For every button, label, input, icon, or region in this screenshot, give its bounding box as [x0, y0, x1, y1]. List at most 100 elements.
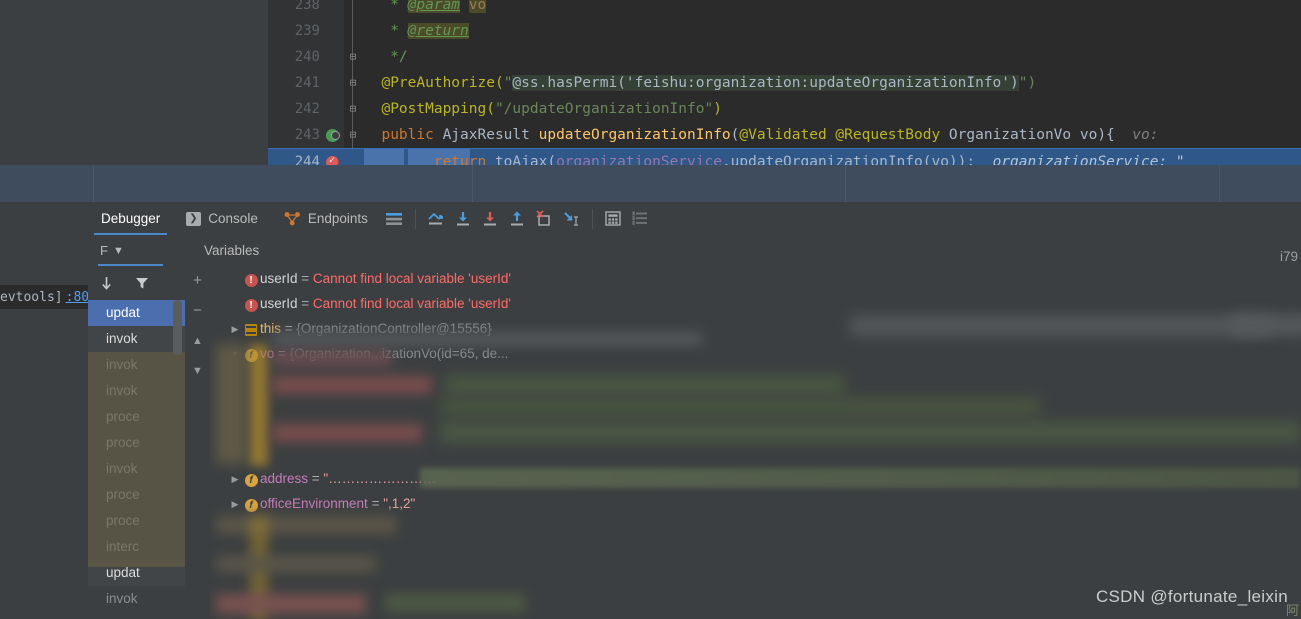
frame-list-item[interactable]: proce — [88, 482, 185, 508]
step-out-icon[interactable] — [504, 205, 531, 232]
code-token: ( — [547, 154, 557, 165]
code-fold-toggle-icon[interactable]: ⊟ — [346, 44, 360, 70]
variable-row[interactable]: ▼ f vo = {Organization...izationVo(id=65, … — [210, 341, 1301, 366]
code-token: @ss.hasPermi('feishu:organization:update… — [512, 75, 1019, 91]
plus-icon[interactable]: + — [187, 271, 208, 290]
frames-vertical-scrollbar-thumb[interactable] — [173, 300, 182, 355]
code-text: return toAjax(organizationService.update… — [364, 149, 1185, 165]
show-execution-point-icon[interactable] — [423, 205, 450, 232]
tab-debugger[interactable]: Debugger — [88, 202, 173, 235]
code-token: OrganizationVo vo — [948, 127, 1098, 143]
editor-horizontal-scrollbar-track[interactable] — [0, 152, 268, 161]
run-to-cursor-icon[interactable] — [558, 205, 585, 232]
variable-row[interactable]: ▶ f officeEnvironment = ",1,2" — [210, 491, 1301, 516]
code-line[interactable]: 242 ⊟ @PostMapping("/updateOrganizationIn… — [268, 96, 1301, 122]
error-icon: ! — [244, 273, 258, 287]
code-line[interactable]: 238 * @param vo — [268, 0, 1301, 18]
variables-tree[interactable]: ! userId = Cannot find local variable 'us… — [210, 266, 1301, 619]
variable-equals: = — [281, 321, 297, 336]
triangle-up-icon[interactable]: ▲ — [187, 331, 208, 350]
field-icon: f — [242, 467, 260, 492]
frame-list-item[interactable]: proce — [88, 404, 185, 430]
chevron-right-icon[interactable]: ▶ — [228, 492, 242, 517]
frame-list-item[interactable]: invok — [88, 326, 185, 352]
frame-list-item[interactable]: updat — [88, 300, 185, 326]
code-fold-toggle-icon[interactable]: ⊟ — [346, 70, 360, 96]
drop-frame-icon[interactable] — [531, 205, 558, 232]
frame-list-item[interactable]: invok — [88, 456, 185, 482]
frame-list-item[interactable]: invok — [88, 586, 185, 612]
run-method-icon[interactable] — [324, 126, 342, 144]
field-icon: f — [242, 342, 260, 367]
app-root: 238 * @param vo 239 * @return 240 ⊟ */241 ⊟ … — [0, 0, 1301, 619]
object-icon — [242, 317, 260, 342]
code-token: vo — [468, 0, 487, 13]
code-text: @PreAuthorize("@ss.hasPermi('feishu:orga… — [364, 70, 1036, 96]
watermark-cn: 阿 — [1285, 603, 1299, 618]
tab-endpoints[interactable]: Endpoints — [271, 202, 381, 235]
editor-left-empty-panel — [0, 0, 268, 157]
frame-list-item[interactable]: proce — [88, 430, 185, 456]
code-line[interactable]: 244 ✓ return toAjax(organizationService.u… — [268, 148, 1301, 165]
frame-item-label: invok — [106, 331, 138, 346]
tab-console[interactable]: Console — [173, 202, 271, 235]
debugger-toolbar — [381, 205, 654, 232]
variable-name: address — [260, 471, 309, 486]
frame-list-item[interactable]: invok — [88, 352, 185, 378]
code-token: "/updateOrganizationInfo" — [494, 101, 714, 117]
variable-name: this — [260, 321, 282, 336]
line-number: 243 — [294, 127, 320, 143]
error-icon: ! — [244, 298, 258, 312]
chevron-right-icon[interactable]: ▶ — [228, 467, 242, 492]
frames-list[interactable]: updat invok invok invok proce proce invok proce… — [88, 300, 185, 619]
variables-header-label: Variables — [204, 243, 260, 258]
frame-list-item[interactable]: invok — [88, 378, 185, 404]
frame-list-item[interactable]: updat — [88, 560, 185, 586]
frame-item-label: proce — [106, 409, 140, 424]
code-line[interactable]: 240 ⊟ */ — [268, 44, 1301, 70]
frame-item-label: invok — [106, 383, 138, 398]
layout-settings-icon[interactable] — [381, 205, 408, 232]
variables-header: Variables — [185, 235, 1301, 266]
code-line[interactable]: 243 ⊟ public AjaxResult updateOrganizatio… — [268, 122, 1301, 148]
variable-equals: = — [297, 296, 313, 311]
console-fragment-link[interactable]: :808 — [66, 290, 88, 305]
minus-icon[interactable]: − — [187, 301, 208, 320]
endpoints-icon — [284, 211, 301, 226]
line-number: 238 — [294, 0, 320, 13]
variable-value: ",1,2" — [383, 496, 416, 511]
code-fold-toggle-icon[interactable]: ⊟ — [346, 96, 360, 122]
frame-list-item[interactable]: interc — [88, 534, 185, 560]
code-line[interactable]: 241 ⊟ @PreAuthorize("@ss.hasPermi('feishu… — [268, 70, 1301, 96]
chevron-down-icon[interactable]: ▼ — [228, 342, 242, 367]
step-into-icon[interactable] — [477, 205, 504, 232]
variable-row[interactable]: ! userId = Cannot find local variable 'us… — [210, 291, 1301, 316]
variable-row[interactable]: ▶ this = {OrganizationController@15556} — [210, 316, 1301, 341]
variable-value: Cannot find local variable 'userId' — [312, 271, 511, 286]
code-fold-toggle-icon[interactable]: ⊟ — [346, 122, 360, 148]
code-pane[interactable]: 238 * @param vo 239 * @return 240 ⊟ */241 ⊟ … — [268, 0, 1301, 165]
evaluate-expression-icon[interactable] — [600, 205, 627, 232]
chevron-right-icon[interactable]: ▶ — [228, 317, 242, 342]
step-over-icon[interactable] — [450, 205, 477, 232]
triangle-down-icon[interactable]: ▼ — [187, 361, 208, 380]
frames-header-tab[interactable]: F ▼ — [88, 235, 185, 266]
code-line[interactable]: 239 * @return — [268, 18, 1301, 44]
code-token: organizationService — [556, 154, 722, 165]
frame-item-label: invok — [106, 461, 138, 476]
variable-row[interactable]: ! userId = Cannot find local variable 'us… — [210, 266, 1301, 291]
frames-panel: F ▼ updat invok invok invok proce proce invok p… — [88, 235, 185, 619]
arrow-down-icon[interactable] — [96, 274, 117, 293]
frame-item-label: updat — [106, 305, 140, 320]
code-text: * @param vo — [364, 0, 487, 18]
frame-list-item[interactable]: proce — [88, 508, 185, 534]
chevron-down-icon[interactable]: ▼ — [113, 245, 124, 257]
filter-icon[interactable] — [131, 274, 152, 293]
breakpoint-icon[interactable]: ✓ — [324, 153, 342, 165]
code-token: ") — [1018, 75, 1037, 91]
variable-equals: = — [297, 271, 313, 286]
variable-row[interactable]: ▶ f address = "…………………… — [210, 466, 1301, 491]
variable-name: userId — [260, 271, 298, 286]
debugger-settings-icon[interactable] — [627, 205, 654, 232]
line-number: 239 — [294, 23, 320, 39]
